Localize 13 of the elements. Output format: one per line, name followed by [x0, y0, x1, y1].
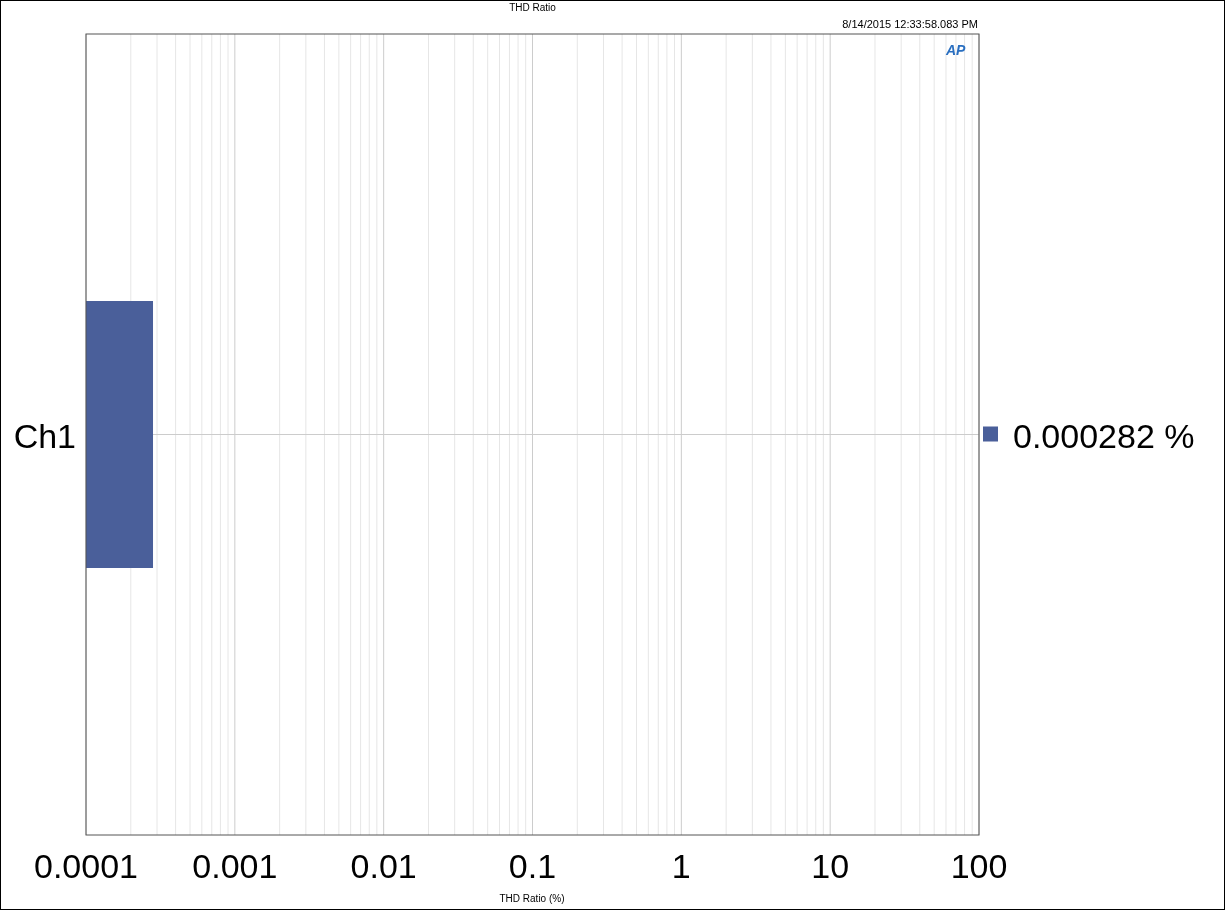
tick-label: 100 — [950, 847, 1008, 885]
value-label: 0.000282 % — [1013, 416, 1195, 455]
chart-title: THD Ratio — [509, 1, 556, 15]
tick-label: 0.1 — [508, 847, 557, 885]
axis-title: THD Ratio (%) — [499, 893, 565, 904]
category-label: Ch1 — [13, 416, 76, 455]
logo: AP — [946, 42, 966, 58]
timestamp: 8/14/2015 12:33:58.083 PM — [842, 17, 978, 32]
tick-label: 1 — [671, 847, 691, 885]
tick-label: 10 — [811, 847, 850, 885]
tick-label: 0.01 — [350, 847, 417, 885]
tick-label: 0.001 — [192, 847, 278, 885]
tick-label: 0.0001 — [34, 847, 138, 885]
